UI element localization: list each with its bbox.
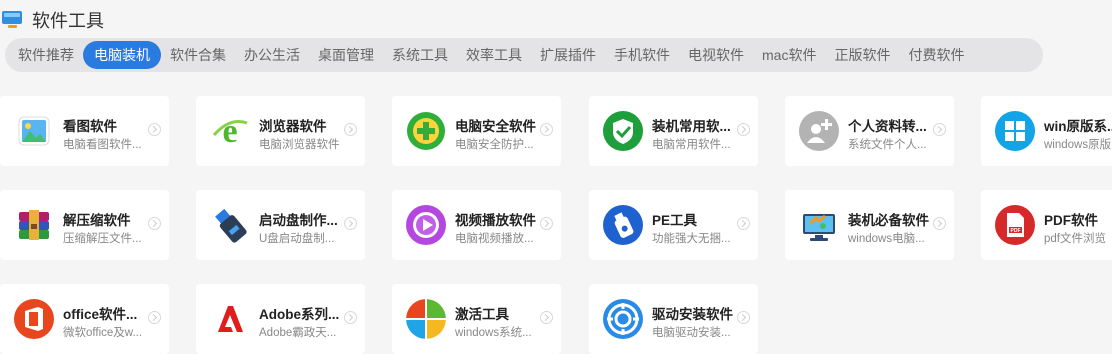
page-header: 软件工具 <box>0 8 104 32</box>
card-title: 驱动安装软件 <box>652 307 733 322</box>
tab-software-recommend[interactable]: 软件推荐 <box>9 41 83 69</box>
software-card[interactable]: e 浏览器软件 电脑浏览器软件 <box>196 96 365 166</box>
software-card[interactable]: 激活工具 windows系统... <box>392 284 561 354</box>
chevron-right-icon[interactable] <box>933 217 946 230</box>
card-title: PE工具 <box>652 213 698 228</box>
card-title: 视频播放软件 <box>455 213 536 228</box>
software-card[interactable]: PDF PDF软件 pdf文件浏览 <box>981 190 1112 260</box>
card-description: 微软office及w... <box>63 327 143 339</box>
driver-gear-icon <box>603 299 643 339</box>
adobe-logo-icon <box>210 299 250 339</box>
card-title: 看图软件 <box>63 119 117 134</box>
card-description: pdf文件浏览 <box>1044 233 1106 245</box>
software-card[interactable]: office软件... 微软office及w... <box>0 284 169 354</box>
software-card[interactable]: 解压缩软件 压缩解压文件... <box>0 190 169 260</box>
four-color-icon <box>406 299 446 339</box>
office-logo-icon <box>14 299 54 339</box>
card-description: Adobe霸政天... <box>259 327 337 339</box>
chevron-right-icon[interactable] <box>148 217 161 230</box>
software-card[interactable]: 装机常用软... 电脑常用软件... <box>589 96 758 166</box>
tab-efficiency-tools[interactable]: 效率工具 <box>457 41 531 69</box>
card-description: windows系统... <box>455 327 532 339</box>
card-description: 电脑常用软件... <box>652 139 731 151</box>
security-plus-icon <box>406 111 446 151</box>
toolkit-monitor-icon <box>799 205 839 245</box>
chevron-right-icon[interactable] <box>933 123 946 136</box>
card-description: 系统文件个人... <box>848 139 927 151</box>
chevron-right-icon[interactable] <box>148 123 161 136</box>
category-tabs: 软件推荐 电脑装机 软件合集 办公生活 桌面管理 系统工具 效率工具 扩展插件 … <box>5 38 1043 72</box>
monitor-icon <box>2 11 24 29</box>
svg-text:e: e <box>222 113 237 150</box>
software-card[interactable]: 启动盘制作... U盘启动盘制... <box>196 190 365 260</box>
card-description: 电脑浏览器软件 <box>259 139 340 151</box>
chevron-right-icon[interactable] <box>344 123 357 136</box>
software-card[interactable]: win原版系... windows原版 <box>981 96 1112 166</box>
chevron-right-icon[interactable] <box>737 217 750 230</box>
card-title: Adobe系列... <box>259 307 340 322</box>
chevron-right-icon[interactable] <box>540 311 553 324</box>
card-title: 装机常用软... <box>652 119 731 134</box>
card-description: 电脑驱动安装... <box>652 327 731 339</box>
tab-paid-software[interactable]: 付费软件 <box>899 41 973 69</box>
tab-system-tools[interactable]: 系统工具 <box>383 41 457 69</box>
card-title: 个人资料转... <box>848 119 927 134</box>
chevron-right-icon[interactable] <box>540 123 553 136</box>
card-description: 电脑看图软件... <box>63 139 142 151</box>
chevron-right-icon[interactable] <box>344 217 357 230</box>
card-description: windows原版 <box>1044 139 1112 151</box>
chevron-right-icon[interactable] <box>737 311 750 324</box>
card-title: 解压缩软件 <box>63 213 131 228</box>
software-card[interactable]: PE工具 功能强大无捆... <box>589 190 758 260</box>
chevron-right-icon[interactable] <box>344 311 357 324</box>
card-title: win原版系... <box>1044 119 1112 134</box>
card-title: 启动盘制作... <box>259 213 338 228</box>
card-description: 电脑安全防护... <box>455 139 534 151</box>
play-icon <box>406 205 446 245</box>
software-card[interactable]: 视频播放软件 电脑视频播放... <box>392 190 561 260</box>
software-card[interactable]: 装机必备软件 windows电脑... <box>785 190 954 260</box>
pdf-icon: PDF <box>995 205 1035 245</box>
shield-check-icon <box>603 111 643 151</box>
archive-books-icon <box>14 205 54 245</box>
pe-usb-icon <box>603 205 643 245</box>
tab-mac-software[interactable]: mac软件 <box>753 41 825 69</box>
usb-drive-icon <box>210 205 250 245</box>
chevron-right-icon[interactable] <box>737 123 750 136</box>
card-title: 激活工具 <box>455 307 509 322</box>
tab-tv-software[interactable]: 电视软件 <box>679 41 753 69</box>
card-description: 压缩解压文件... <box>63 233 142 245</box>
tab-extensions[interactable]: 扩展插件 <box>531 41 605 69</box>
card-title: PDF软件 <box>1044 213 1098 228</box>
software-card[interactable]: Adobe系列... Adobe霸政天... <box>196 284 365 354</box>
software-card[interactable]: 个人资料转... 系统文件个人... <box>785 96 954 166</box>
card-title: 装机必备软件 <box>848 213 929 228</box>
image-viewer-icon <box>14 111 54 151</box>
card-title: 浏览器软件 <box>259 119 327 134</box>
tab-mobile-software[interactable]: 手机软件 <box>605 41 679 69</box>
software-card[interactable]: 驱动安装软件 电脑驱动安装... <box>589 284 758 354</box>
tab-desktop-management[interactable]: 桌面管理 <box>309 41 383 69</box>
card-title: 电脑安全软件 <box>455 119 536 134</box>
tab-pc-setup[interactable]: 电脑装机 <box>83 41 161 69</box>
card-description: 电脑视频播放... <box>455 233 534 245</box>
tab-genuine-software[interactable]: 正版软件 <box>825 41 899 69</box>
card-description: windows电脑... <box>848 233 925 245</box>
chevron-right-icon[interactable] <box>540 217 553 230</box>
software-card[interactable]: 看图软件 电脑看图软件... <box>0 96 169 166</box>
chevron-right-icon[interactable] <box>148 311 161 324</box>
user-add-icon <box>799 111 839 151</box>
card-description: U盘启动盘制... <box>259 233 335 245</box>
svg-text:PDF: PDF <box>1011 228 1021 234</box>
software-card[interactable]: 电脑安全软件 电脑安全防护... <box>392 96 561 166</box>
page-title: 软件工具 <box>32 11 104 31</box>
card-title: office软件... <box>63 307 138 322</box>
browser-icon: e <box>210 111 250 151</box>
card-description: 功能强大无捆... <box>652 233 731 245</box>
tab-software-collection[interactable]: 软件合集 <box>161 41 235 69</box>
tab-office-life[interactable]: 办公生活 <box>235 41 309 69</box>
windows-logo-icon <box>995 111 1035 151</box>
